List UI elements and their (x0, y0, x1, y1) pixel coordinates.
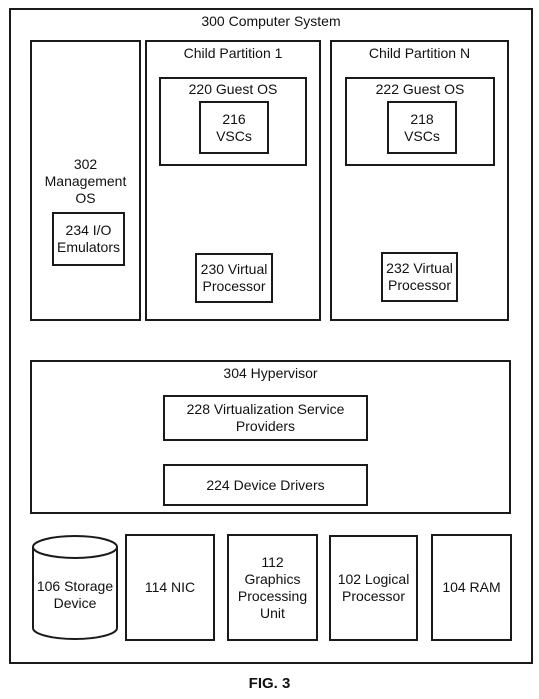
child-partition-n-label: Child Partition N (368, 45, 471, 61)
vscs-216-box: 216 VSCs (199, 101, 269, 154)
io-emulators-box: 234 I/O Emulators (52, 212, 125, 266)
child-partition-1-label: Child Partition 1 (183, 45, 283, 61)
hypervisor-label: 304 Hypervisor (223, 365, 318, 381)
management-os-box: 302 Management OS 234 I/O Emulators (30, 40, 141, 321)
guest-os-222-label: 222 Guest OS (375, 81, 465, 97)
vsp-228-label: 228 Virtualization Service Providers (186, 401, 345, 434)
guest-os-220-box: 220 Guest OS 216 VSCs (159, 77, 307, 166)
storage-device-106: 106 Storage Device (31, 534, 119, 642)
figure-caption: FIG. 3 (248, 675, 291, 692)
child-partition-n-box: Child Partition N 222 Guest OS 218 VSCs … (330, 40, 509, 321)
logical-processor-102-label: 102 Logical Processor (337, 571, 410, 604)
logical-processor-102-box: 102 Logical Processor (329, 535, 418, 641)
virtual-processor-232-label: 232 Virtual Processor (386, 260, 453, 293)
child-partition-1-box: Child Partition 1 220 Guest OS 216 VSCs … (145, 40, 321, 321)
vscs-216-label: 216 VSCs (216, 110, 252, 144)
guest-os-220-label: 220 Guest OS (188, 81, 278, 97)
virtual-processor-230-box: 230 Virtual Processor (195, 253, 273, 303)
gpu-112-label: 112 Graphics Processing Unit (237, 553, 308, 621)
ram-104-label: 104 RAM (442, 579, 501, 595)
storage-device-106-label: 106 Storage Device (36, 578, 114, 611)
device-drivers-224-box: 224 Device Drivers (163, 464, 368, 506)
nic-114-box: 114 NIC (125, 534, 215, 641)
vscs-218-label: 218 VSCs (404, 110, 440, 144)
device-drivers-224-label: 224 Device Drivers (206, 476, 325, 493)
computer-system-label: 300 Computer System (201, 13, 341, 29)
nic-114-label: 114 NIC (144, 579, 196, 595)
io-emulators-label: 234 I/O Emulators (56, 222, 121, 255)
guest-os-222-box: 222 Guest OS 218 VSCs (345, 77, 495, 166)
gpu-112-box: 112 Graphics Processing Unit (227, 534, 318, 641)
vsp-228-box: 228 Virtualization Service Providers (163, 395, 368, 441)
vscs-218-box: 218 VSCs (387, 101, 457, 154)
virtual-processor-232-box: 232 Virtual Processor (381, 252, 458, 302)
virtual-processor-230-label: 230 Virtual Processor (200, 261, 268, 294)
hypervisor-box: 304 Hypervisor 228 Virtualization Servic… (30, 360, 511, 514)
ram-104-box: 104 RAM (431, 534, 512, 641)
management-os-label: 302 Management OS (44, 156, 127, 206)
